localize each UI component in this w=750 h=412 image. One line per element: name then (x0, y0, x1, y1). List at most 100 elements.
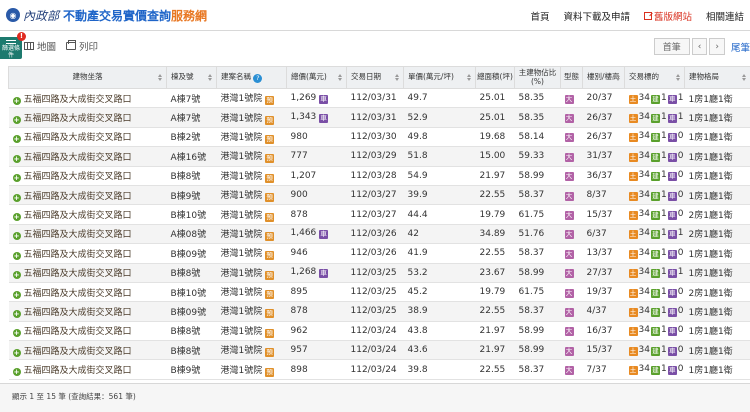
land-tag: 土 (628, 133, 638, 143)
expand-plus-icon[interactable]: + (12, 329, 21, 338)
cell-address[interactable]: + 五福四路及大成街交叉路口 (8, 107, 167, 128)
expand-plus-icon[interactable]: + (12, 348, 21, 357)
col-ratio[interactable]: 主建物佔比(%) (514, 66, 561, 89)
expand-plus-icon[interactable]: + (12, 154, 21, 163)
cell-total: 1,268 車 (286, 263, 347, 283)
table-row[interactable]: + 五福四路及大成街交叉路口 B棟8號 港灣1號院 預 962 112/03/24 43.8… (8, 321, 750, 342)
col-building[interactable]: 棟及號 (166, 66, 217, 89)
prev-page-button[interactable]: ‹ (691, 38, 708, 55)
expand-plus-icon[interactable]: + (12, 213, 21, 222)
table-row[interactable]: + 五福四路及大成街交叉路口 B棟8號 港灣1號院 預 1,268 車 112/03/25… (8, 263, 750, 283)
map-button[interactable]: 地圖 (24, 39, 56, 53)
col-area[interactable]: 總面積(坪) (475, 66, 515, 89)
building-type-tag[interactable]: 大 (564, 191, 574, 201)
nav-old-site[interactable]: 舊版網站 (643, 9, 692, 23)
building-type-tag[interactable]: 大 (564, 172, 574, 182)
cell-floor: 4/37 (582, 301, 625, 322)
cell-address[interactable]: + 五福四路及大成街交叉路口 (8, 243, 167, 264)
last-page-button[interactable]: 尾筆 (731, 40, 750, 54)
building-type-tag[interactable]: 大 (564, 366, 574, 376)
table-row[interactable]: + 五福四路及大成街交叉路口 A棟16號 港灣1號院 預 777 112/03/29 51.… (8, 146, 750, 167)
expand-plus-icon[interactable]: + (12, 193, 21, 202)
table-row[interactable]: + 五福四路及大成街交叉路口 A棟7號 港灣1號院 預 1,343 車 112/03/31… (8, 107, 750, 128)
first-page-button[interactable]: 首筆 (653, 38, 690, 55)
building-type-tag[interactable]: 大 (564, 327, 574, 337)
expand-plus-icon[interactable]: + (12, 309, 21, 318)
address-text: 五福四路及大成街交叉路口 (23, 152, 132, 163)
table-row[interactable]: + 五福四路及大成街交叉路口 B棟8號 港灣1號院 預 1,207 112/03/28 54… (8, 166, 750, 186)
cell-ratio: 58.35 (514, 107, 561, 128)
next-page-button[interactable]: › (709, 38, 725, 55)
nav-download[interactable]: 資料下載及申請 (563, 9, 630, 23)
expand-plus-icon[interactable]: + (12, 96, 21, 105)
expand-plus-icon[interactable]: + (12, 116, 21, 125)
building-type-tag[interactable]: 大 (564, 269, 574, 279)
building-type-tag[interactable]: 大 (564, 133, 574, 143)
col-project[interactable]: 建案名稱 ? (216, 66, 287, 89)
help-icon[interactable]: ? (253, 73, 263, 83)
expand-plus-icon[interactable]: + (12, 251, 21, 260)
table-row[interactable]: + 五福四路及大成街交叉路口 B棟2號 港灣1號院 預 980 112/03/30 49.8… (8, 127, 750, 148)
cell-address[interactable]: + 五福四路及大成街交叉路口 (8, 88, 167, 109)
moi-logo[interactable]: 內政部 (23, 7, 59, 24)
cell-address[interactable]: + 五福四路及大成街交叉路口 (8, 146, 167, 167)
cell-floor: 19/37 (582, 282, 625, 303)
cell-address[interactable]: + 五福四路及大成街交叉路口 (8, 359, 167, 380)
cell-address[interactable]: + 五福四路及大成街交叉路口 (8, 166, 167, 186)
table-row[interactable]: + 五福四路及大成街交叉路口 B棟09號 港灣1號院 預 878 112/03/25 38.… (8, 301, 750, 322)
expand-plus-icon[interactable]: + (12, 135, 21, 144)
table-row[interactable]: + 五福四路及大成街交叉路口 B棟9號 港灣1號院 預 898 112/03/24 39.8… (8, 359, 750, 380)
building-type-tag[interactable]: 大 (564, 114, 574, 124)
cell-address[interactable]: + 五福四路及大成街交叉路口 (8, 263, 167, 283)
nav-home[interactable]: 首頁 (530, 9, 549, 23)
col-area-label: 總面積(坪) (477, 72, 513, 82)
expand-plus-icon[interactable]: + (12, 271, 21, 280)
expand-plus-icon[interactable]: + (12, 368, 21, 377)
cell-project: 港灣1號院 預 (216, 127, 287, 148)
cell-address[interactable]: + 五福四路及大成街交叉路口 (8, 301, 167, 322)
building-type-tag[interactable]: 大 (564, 307, 574, 317)
table-row[interactable]: + 五福四路及大成街交叉路口 B棟10號 港灣1號院 預 878 112/03/27 44.… (8, 204, 750, 225)
building-type-tag[interactable]: 大 (564, 94, 574, 104)
cell-layout: 1房1廳1衛 (684, 166, 750, 186)
cell-deal: 土 34 建 1 車 0 (624, 282, 685, 303)
nav-links[interactable]: 相關連結 (706, 9, 744, 23)
col-type[interactable]: 型態 (560, 66, 583, 89)
print-button[interactable]: 列印 (66, 39, 98, 53)
cell-address[interactable]: + 五福四路及大成街交叉路口 (8, 127, 167, 148)
table-row[interactable]: + 五福四路及大成街交叉路口 B棟8號 港灣1號院 預 957 112/03/24 43.6… (8, 340, 750, 361)
cell-address[interactable]: + 五福四路及大成街交叉路口 (8, 321, 167, 342)
building-type-tag[interactable]: 大 (564, 152, 574, 162)
cell-address[interactable]: + 五福四路及大成街交叉路口 (8, 204, 167, 225)
building-type-tag[interactable]: 大 (564, 249, 574, 259)
col-deal[interactable]: 交易標的 (624, 66, 685, 89)
expand-plus-icon[interactable]: + (12, 174, 21, 183)
col-total[interactable]: 總價(萬元) (286, 66, 347, 89)
car-tag: 車 (667, 327, 677, 337)
table-row[interactable]: + 五福四路及大成街交叉路口 B棟10號 港灣1號院 預 895 112/03/25 45.… (8, 282, 750, 303)
building-type-tag[interactable]: 大 (564, 346, 574, 356)
car-tag: 車 (667, 269, 677, 279)
col-layout[interactable]: 建物格局 (684, 66, 750, 89)
cell-address[interactable]: + 五福四路及大成街交叉路口 (8, 224, 167, 245)
cell-address[interactable]: + 五福四路及大成街交叉路口 (8, 185, 167, 206)
col-date[interactable]: 交易日期 (346, 66, 404, 89)
col-floor[interactable]: 樓別/樓高 (582, 66, 625, 89)
col-address[interactable]: 建物坐落 (8, 66, 167, 89)
table-row[interactable]: + 五福四路及大成街交叉路口 A棟08號 港灣1號院 預 1,466 車 112/03/2… (8, 224, 750, 245)
cell-address[interactable]: + 五福四路及大成街交叉路口 (8, 282, 167, 303)
address-text: 五福四路及大成街交叉路口 (23, 269, 132, 280)
table-row[interactable]: + 五福四路及大成街交叉路口 A棟7號 港灣1號院 預 1,269 車 112/03/31… (8, 88, 750, 109)
building-type-tag[interactable]: 大 (564, 288, 574, 298)
table-row[interactable]: + 五福四路及大成街交叉路口 B棟9號 港灣1號院 預 900 112/03/27 39.9… (8, 185, 750, 206)
building-type-tag[interactable]: 大 (564, 211, 574, 221)
col-building-label: 棟及號 (171, 72, 194, 82)
site-title[interactable]: 不動產交易實價查詢服務網 (63, 7, 207, 24)
cell-address[interactable]: + 五福四路及大成街交叉路口 (8, 340, 167, 361)
address-text: 五福四路及大成街交叉路口 (23, 366, 132, 377)
table-row[interactable]: + 五福四路及大成街交叉路口 B棟09號 港灣1號院 預 946 112/03/26 41.… (8, 243, 750, 264)
expand-plus-icon[interactable]: + (12, 290, 21, 299)
building-type-tag[interactable]: 大 (564, 230, 574, 240)
expand-plus-icon[interactable]: + (12, 232, 21, 241)
col-unit[interactable]: 單價(萬元/坪) (403, 66, 476, 89)
